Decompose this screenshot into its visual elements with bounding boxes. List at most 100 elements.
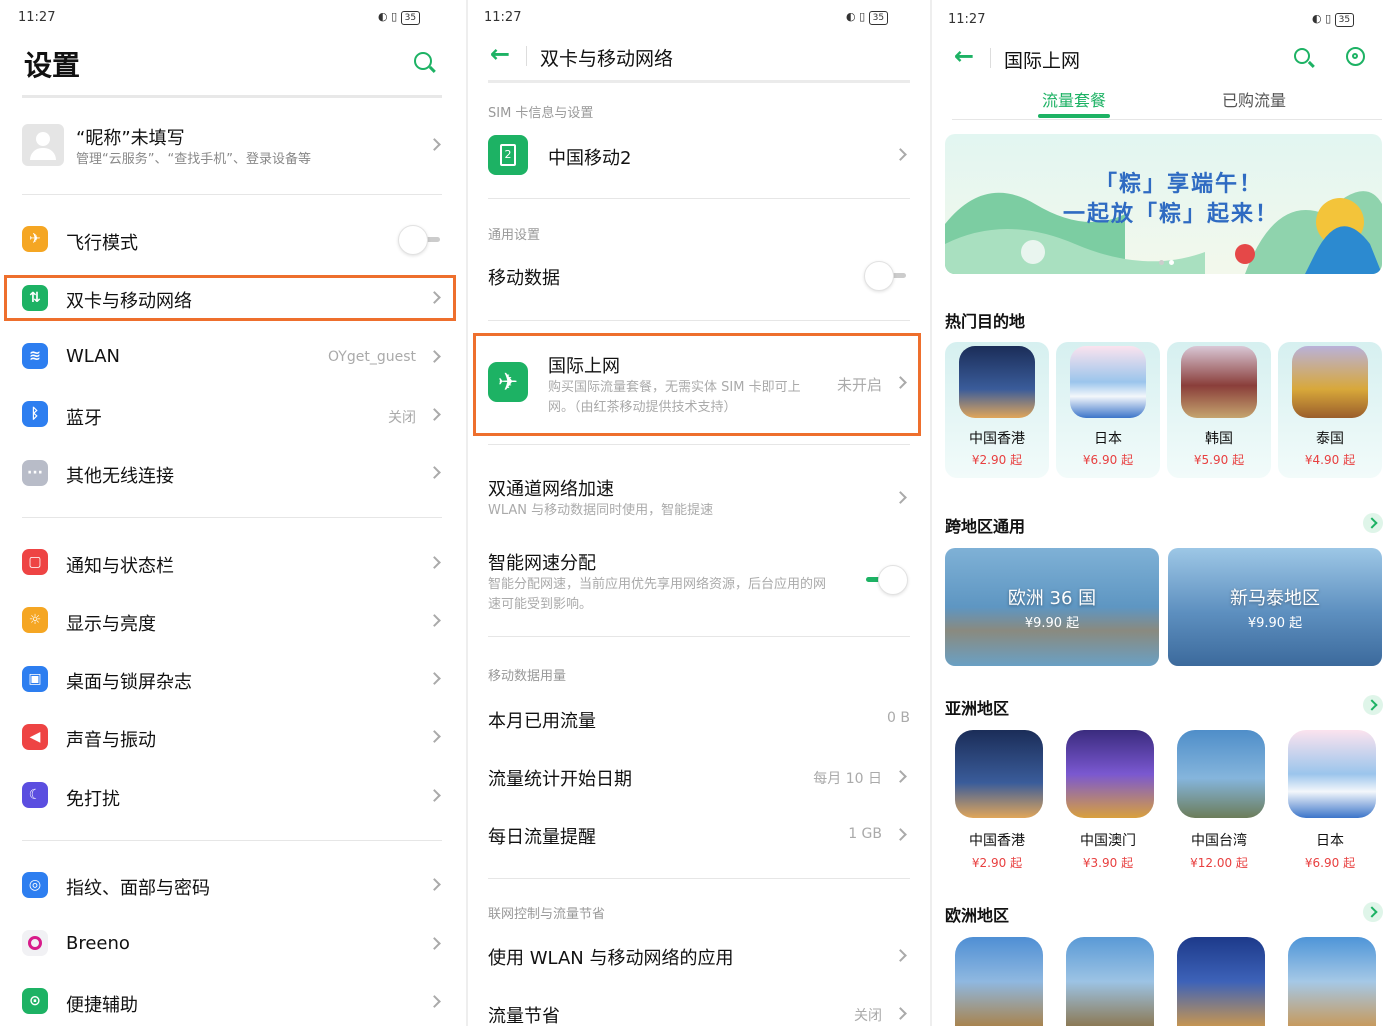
back-arrow-icon[interactable]: ← <box>490 40 510 68</box>
chevron-right-icon <box>894 828 907 841</box>
other-wireless-label[interactable]: 其他无线连接 <box>66 462 174 488</box>
chevron-right-icon <box>428 730 441 743</box>
tab-plans[interactable]: 流量套餐 <box>1002 87 1146 111</box>
status-icons: ◐ ▯ 35 <box>378 10 421 25</box>
dest-card[interactable]: 中国澳门 ¥3.90 起 <box>1056 730 1160 870</box>
chevron-right-icon[interactable] <box>1363 513 1383 533</box>
europe-title: 欧洲地区 <box>945 906 1010 925</box>
brightness-icon: ☼ <box>22 607 48 633</box>
chevron-right-icon <box>428 408 441 421</box>
chevron-right-icon[interactable] <box>1363 695 1383 715</box>
paris-image[interactable] <box>1177 937 1265 1026</box>
section-general: 通用设置 <box>488 228 541 243</box>
chevron-right-icon <box>428 138 441 151</box>
region-card[interactable]: 新马泰地区 ¥9.90 起 <box>1168 548 1382 666</box>
tab-bought[interactable]: 已购流量 <box>1182 87 1326 111</box>
promo-banner[interactable]: 「粽」享端午！ 一起放「粽」起来！ <box>945 134 1382 274</box>
chevron-right-icon <box>894 949 907 962</box>
dest-card[interactable]: 泰国 ¥4.90 起 <box>1278 342 1382 478</box>
chevron-right-icon <box>428 672 441 685</box>
korea-palace-image <box>1181 346 1257 418</box>
chevron-right-icon <box>428 937 441 950</box>
page-title: 国际上网 <box>1004 50 1081 72</box>
intl-roaming-screen: 11:27 ◐ ▯ 35 ← 国际上网 流量套餐 已购流量 「粽」享端午！ 一起… <box>932 0 1394 1026</box>
smart-speed-desc: 智能分配网速，当前应用优先享用网络资源，后台应用的网速可能受到影响。 <box>488 577 827 612</box>
fuji-image <box>1288 730 1376 818</box>
intl-status: 未开启 <box>836 376 882 394</box>
region-card[interactable]: 欧洲 36 国 ¥9.90 起 <box>945 548 1159 666</box>
wlan-label[interactable]: WLAN <box>66 346 120 367</box>
accessibility-label[interactable]: 便捷辅助 <box>66 991 138 1017</box>
daily-alert-label[interactable]: 每日流量提醒 <box>488 823 596 849</box>
dual-sim-screen: 11:27 ◐ ▯ 35 ← 双卡与移动网络 SIM 卡信息与设置 2 中国移动… <box>468 0 930 1026</box>
wifi-icon: ≋ <box>22 343 48 369</box>
bluetooth-label[interactable]: 蓝牙 <box>66 404 102 430</box>
chevron-right-icon[interactable] <box>1363 902 1383 922</box>
banner-line2: 一起放「粽」起来！ <box>1063 202 1280 227</box>
dual-channel-title[interactable]: 双通道网络加速 <box>488 475 614 501</box>
breeno-label[interactable]: Breeno <box>66 933 130 954</box>
breeno-icon <box>22 930 48 956</box>
berlin-image[interactable] <box>1066 937 1154 1026</box>
wallpaper-icon: ▣ <box>22 666 48 692</box>
rome-image[interactable] <box>1288 937 1376 1026</box>
dest-card[interactable]: 韩国 ¥5.90 起 <box>1167 342 1271 478</box>
thai-temple-image <box>1292 346 1368 418</box>
apps-network-label[interactable]: 使用 WLAN 与移动网络的应用 <box>488 944 733 970</box>
start-date-label[interactable]: 流量统计开始日期 <box>488 765 632 791</box>
fingerprint-label[interactable]: 指纹、面部与密码 <box>66 874 210 900</box>
daily-alert-value: 1 GB <box>848 826 882 842</box>
accessibility-icon: ⊙ <box>22 988 48 1014</box>
chevron-right-icon <box>428 614 441 627</box>
status-time: 11:27 <box>18 10 56 25</box>
section-sim: SIM 卡信息与设置 <box>488 106 594 121</box>
hot-destinations-title: 热门目的地 <box>945 312 1026 331</box>
status-icons: ◐ ▯ 35 <box>1312 12 1355 27</box>
settings-icon[interactable] <box>1346 47 1365 66</box>
sound-label[interactable]: 声音与振动 <box>66 726 156 752</box>
chevron-right-icon <box>428 789 441 802</box>
profile-name[interactable]: “昵称”未填写 <box>76 124 185 150</box>
notification-label[interactable]: 通知与状态栏 <box>66 552 174 578</box>
sim-name[interactable]: 中国移动2 <box>548 144 631 170</box>
airplane-mode-toggle[interactable] <box>398 225 442 255</box>
smart-speed-toggle[interactable] <box>864 565 908 595</box>
dest-card[interactable]: 日本 ¥6.90 起 <box>1056 342 1160 478</box>
page-title: 双卡与移动网络 <box>540 48 674 70</box>
dnd-label[interactable]: 免打扰 <box>66 785 120 811</box>
sim-card-icon: 2 <box>488 135 528 175</box>
mobile-data-toggle[interactable] <box>864 261 908 291</box>
data-saver-label[interactable]: 流量节省 <box>488 1002 560 1026</box>
dest-card[interactable]: 中国香港 ¥2.90 起 <box>945 730 1049 870</box>
mobile-data-label: 移动数据 <box>488 268 560 289</box>
back-arrow-icon[interactable]: ← <box>954 42 974 70</box>
fuji-image <box>1070 346 1146 418</box>
bluetooth-value: 关闭 <box>388 410 416 426</box>
more-connections-icon: ··· <box>22 460 48 486</box>
tab-indicator <box>1038 114 1110 118</box>
status-icons: ◐ ▯ 35 <box>846 10 889 25</box>
london-image[interactable] <box>955 937 1043 1026</box>
dest-card[interactable]: 日本 ¥6.90 起 <box>1278 730 1382 870</box>
mobile-data-icon: ⇅ <box>22 285 48 311</box>
dest-card[interactable]: 中国香港 ¥2.90 起 <box>945 342 1049 478</box>
wlan-value: OYget_guest <box>328 349 416 365</box>
banner-line1: 「粽」享端午！ <box>1095 172 1264 197</box>
chevron-right-icon <box>428 995 441 1008</box>
dual-channel-desc: WLAN 与移动数据同时使用，智能提速 <box>488 503 714 518</box>
chevron-right-icon <box>894 770 907 783</box>
display-label[interactable]: 显示与亮度 <box>66 610 156 636</box>
chevron-right-icon <box>428 350 441 363</box>
airplane-icon: ✈ <box>488 362 528 402</box>
avatar[interactable] <box>22 124 64 166</box>
macau-image <box>1066 730 1154 818</box>
cross-region-title: 跨地区通用 <box>945 517 1026 536</box>
hongkong-image <box>959 346 1035 418</box>
chevron-right-icon <box>894 148 907 161</box>
dest-card[interactable]: 中国台湾 ¥12.00 起 <box>1167 730 1271 870</box>
hongkong-image <box>955 730 1043 818</box>
desktop-label[interactable]: 桌面与锁屏杂志 <box>66 668 192 694</box>
intl-title: 国际上网 <box>548 356 620 377</box>
bluetooth-icon: ᛒ <box>22 401 48 427</box>
profile-desc: 管理“云服务”、“查找手机”、登录设备等 <box>76 152 311 167</box>
